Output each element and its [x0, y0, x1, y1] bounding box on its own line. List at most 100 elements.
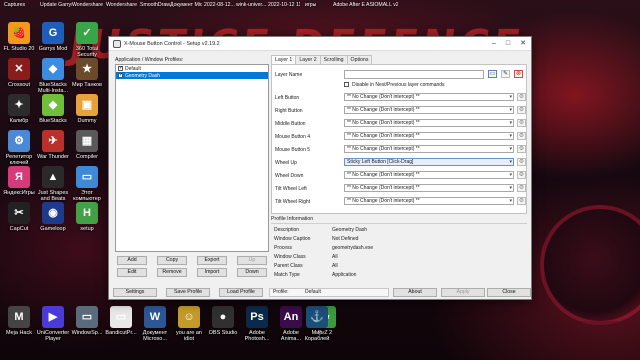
chevron-down-icon: ▾: [509, 94, 512, 100]
profiles-list[interactable]: ✓ Default ✓ Geometry Dash: [115, 64, 269, 252]
app-icon: ▦: [76, 130, 98, 152]
profile-item-geometry-dash[interactable]: ✓ Geometry Dash: [116, 72, 268, 79]
desktop-icon[interactable]: G Garrys Mod: [36, 22, 70, 52]
desktop-icon[interactable]: ✂ CapCut: [2, 202, 36, 232]
gear-icon[interactable]: ⚙: [517, 145, 526, 153]
load-profile-button[interactable]: Load Profile: [219, 288, 263, 297]
gear-icon[interactable]: ⚙: [517, 132, 526, 140]
desktop-icon[interactable]: ▭ BandicutPr...: [104, 306, 138, 336]
minimize-icon[interactable]: –: [487, 39, 501, 49]
desktop-icon[interactable]: ⚙ Репетитор ключей: [2, 130, 36, 167]
app-icon: M: [8, 306, 30, 328]
mapping-dropdown[interactable]: ** No Change (Don't intercept) ** ▾: [344, 106, 514, 114]
mapping-dropdown[interactable]: Sticky Left Button [Click-Drag] ▾: [344, 158, 514, 166]
layer-name-input[interactable]: [344, 70, 484, 79]
checkbox-checked-icon[interactable]: ✓: [118, 73, 123, 78]
desktop-icon[interactable]: Hsetup: [70, 202, 104, 232]
desktop-icon-label: WindowSp...: [71, 330, 103, 336]
maximize-icon[interactable]: □: [501, 39, 515, 49]
top-label[interactable]: wink-univer...: [236, 2, 268, 8]
next-prev-checkbox[interactable]: [344, 82, 349, 87]
mapping-dropdown[interactable]: ** No Change (Don't intercept) ** ▾: [344, 145, 514, 153]
desktop-icon[interactable]: ★ Мир Танков: [70, 58, 104, 88]
desktop-icon[interactable]: ▭ Этот компьютер: [70, 166, 104, 203]
app-icon: ▭: [76, 166, 98, 188]
desktop-icon[interactable]: Ps Adobe Photosh...: [240, 306, 274, 343]
settings-button[interactable]: Settings: [113, 288, 157, 297]
up-button[interactable]: Up: [237, 256, 267, 265]
app-icon: ◉: [42, 202, 64, 224]
desktop-icon[interactable]: ⚓ Мир Кораблей: [300, 306, 334, 343]
top-label[interactable]: Документ Microso...: [170, 2, 202, 8]
desktop-icon[interactable]: ☺ you are an idiot: [172, 306, 206, 343]
desktop-icon[interactable]: ✈ War Thunder: [36, 130, 70, 160]
top-label[interactable]: Update Garrys Mod: [40, 2, 72, 8]
top-label[interactable]: Adobe After Effects 2020: [333, 2, 365, 8]
desktop-icon[interactable]: ✦ Калибр: [2, 94, 36, 124]
tab-options[interactable]: Options: [346, 55, 373, 64]
mapping-label: Tilt Wheel Left: [275, 186, 307, 192]
export-button[interactable]: Export: [197, 256, 227, 265]
gear-icon[interactable]: ⚙: [517, 171, 526, 179]
mapping-dropdown[interactable]: ** No Change (Don't intercept) ** ▾: [344, 197, 514, 205]
desktop-icon[interactable]: ▶ UniConverter Player: [36, 306, 70, 343]
mapping-dropdown[interactable]: ** No Change (Don't intercept) ** ▾: [344, 171, 514, 179]
desktop-icon[interactable]: ▲ Just Shapes and Beats: [36, 166, 70, 203]
desktop-icon[interactable]: ◉ Gameloop: [36, 202, 70, 232]
about-button[interactable]: About: [393, 288, 437, 297]
tab-scrolling[interactable]: Scrolling: [319, 55, 348, 64]
close-icon[interactable]: ✕: [516, 39, 530, 49]
close-button[interactable]: Close: [487, 288, 531, 297]
edit-icon[interactable]: ✎: [501, 70, 510, 78]
save-profile-button[interactable]: Save Profile: [166, 288, 210, 297]
remove-button[interactable]: Remove: [157, 268, 187, 277]
desktop-icon[interactable]: ▣ Dummy: [70, 94, 104, 124]
checkbox-checked-icon[interactable]: ✓: [118, 66, 123, 71]
tab-layer-2[interactable]: Layer 2: [295, 55, 321, 64]
top-label[interactable]: Wondershare Filmora 11: [106, 2, 138, 8]
title-bar[interactable]: X-Mouse Button Control - Setup v2.19.2 –…: [109, 37, 531, 51]
top-label[interactable]: 2022-08-12...: [204, 2, 236, 8]
desktop-icon[interactable]: W Документ Microso...: [138, 306, 172, 343]
info-key: Window Caption: [274, 236, 311, 242]
desktop-icon-label: Just Shapes and Beats: [37, 190, 69, 203]
mapping-dropdown[interactable]: ** No Change (Don't intercept) ** ▾: [344, 93, 514, 101]
top-label[interactable]: ASIOMALL v2 Instruction...: [366, 2, 398, 8]
desktop-icon[interactable]: ◆ BlueStacks: [36, 94, 70, 124]
desktop-icon-label: Dummy: [77, 118, 97, 124]
gear-icon[interactable]: ⚙: [517, 197, 526, 205]
down-button[interactable]: Down: [237, 268, 267, 277]
desktop-icon[interactable]: Я ЯндексИгры: [2, 166, 36, 196]
apply-button[interactable]: Apply: [441, 288, 485, 297]
import-button[interactable]: Import: [197, 268, 227, 277]
preset-icon[interactable]: ▭: [488, 70, 497, 78]
edit-button[interactable]: Edit: [117, 268, 147, 277]
info-key: Match Type: [274, 272, 300, 278]
desktop-icon[interactable]: 🍓 FL Studio 20: [2, 22, 36, 52]
mapping-dropdown[interactable]: ** No Change (Don't intercept) ** ▾: [344, 132, 514, 140]
gear-icon[interactable]: ⚙: [517, 106, 526, 114]
copy-button[interactable]: Copy: [157, 256, 187, 265]
top-label[interactable]: SmoothDraw 4: [140, 2, 172, 8]
mapping-dropdown[interactable]: ** No Change (Don't intercept) ** ▾: [344, 184, 514, 192]
desktop-icon-label: Gameloop: [40, 226, 66, 232]
profile-item-default[interactable]: ✓ Default: [116, 65, 268, 72]
reset-icon[interactable]: ⊗: [514, 70, 523, 78]
desktop-icon[interactable]: ▦ Compiler: [70, 130, 104, 160]
profile-information: Profile Information Description Geometry …: [271, 216, 527, 288]
desktop-icon[interactable]: ✕ Crossout: [2, 58, 36, 88]
add-button[interactable]: Add: [117, 256, 147, 265]
top-label[interactable]: Wondershare UniConvert...: [72, 2, 104, 8]
gear-icon[interactable]: ⚙: [517, 119, 526, 127]
desktop-icon[interactable]: ▭ WindowSp...: [70, 306, 104, 336]
top-label[interactable]: Captures: [4, 2, 36, 8]
desktop-icon[interactable]: M Meja Hack: [2, 306, 36, 336]
desktop-icon[interactable]: ◆ BlueStacks Multi-Insta...: [36, 58, 70, 95]
gear-icon[interactable]: ⚙: [517, 184, 526, 192]
desktop-icon[interactable]: ● OBS Studio: [206, 306, 240, 336]
top-label[interactable]: 2022-10-12 11-16-23: [268, 2, 300, 8]
desktop-icon[interactable]: ✓ 360 Total Security: [70, 22, 104, 59]
gear-icon[interactable]: ⚙: [517, 158, 526, 166]
mapping-dropdown[interactable]: ** No Change (Don't intercept) ** ▾: [344, 119, 514, 127]
gear-icon[interactable]: ⚙: [517, 93, 526, 101]
